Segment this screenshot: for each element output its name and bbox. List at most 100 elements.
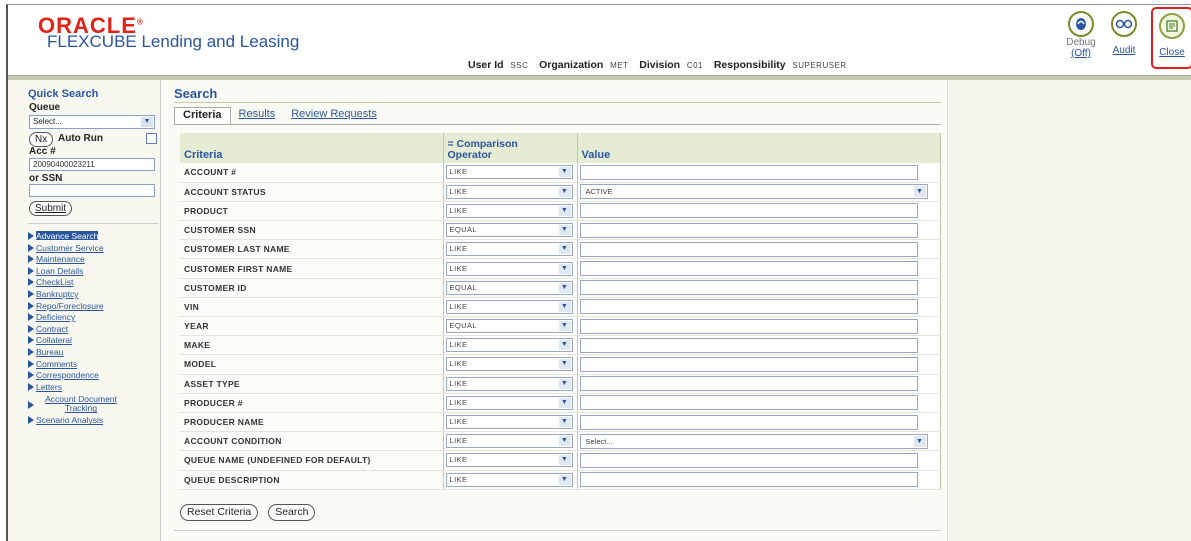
value-select[interactable]: Select... ▼ [579,433,928,449]
chevron-down-icon: ▼ [558,186,571,197]
nav-menu: Advance Search Customer Service Maintena… [28,231,158,427]
operator-select[interactable]: LIKE ▼ [445,165,573,180]
arrow-right-icon [28,278,34,287]
nav-item-correspondence[interactable]: Correspondence [28,370,158,382]
chevron-down-icon: ▼ [913,435,926,447]
criteria-name: MAKE [180,335,444,356]
nav-item-bureau[interactable]: Bureau [28,347,158,359]
value-input[interactable] [579,376,918,392]
criteria-name: ACCOUNT CONDITION [180,431,444,452]
value-input[interactable] [579,414,918,430]
value-input[interactable] [579,164,918,180]
chevron-down-icon: ▼ [558,263,571,274]
operator-select[interactable]: LIKE ▼ [445,434,573,449]
ssn-input[interactable] [29,184,155,197]
audit-button[interactable]: Audit [1107,11,1141,56]
operator-cell: LIKE ▼ [443,239,578,260]
value-input[interactable] [579,299,918,315]
value-cell [577,316,941,337]
nav-item-checklist[interactable]: CheckList [28,277,158,289]
account-number-input[interactable]: 20090400023211 [29,158,155,171]
operator-select[interactable]: LIKE ▼ [445,299,573,314]
nav-item-contract[interactable]: Contract [28,324,158,336]
value-input[interactable] [579,337,918,353]
operator-select[interactable]: LIKE ▼ [445,453,573,468]
chevron-down-icon: ▼ [558,378,571,389]
criteria-name: MODEL [180,354,444,375]
operator-select[interactable]: LIKE ▼ [445,184,573,199]
table-row: ASSET TYPE LIKE ▼ [180,374,941,394]
debug-button[interactable]: Debug (Off) [1063,11,1099,59]
operator-select[interactable]: LIKE ▼ [445,261,573,276]
tab-results[interactable]: Results [231,107,284,124]
operator-select[interactable]: EQUAL ▼ [445,223,573,238]
nav-item-maintenance[interactable]: Maintenance [28,254,158,266]
reset-criteria-button[interactable]: Reset Criteria [180,504,259,521]
value-input[interactable] [579,452,918,468]
operator-select-value: LIKE [449,417,468,427]
next-button[interactable]: Nx [29,132,54,147]
operator-select[interactable]: LIKE ▼ [445,357,573,372]
operator-cell: LIKE ▼ [443,201,578,222]
value-input[interactable] [579,261,918,277]
queue-label: Queue [29,102,61,113]
nav-item-loan-details[interactable]: Loan Details [28,266,158,278]
nav-item-letters[interactable]: Letters [28,382,158,394]
nav-item-repo-foreclosure[interactable]: Repo/Foreclosure [28,301,158,313]
nav-item-scenario-analysis[interactable]: Scenario Analysis [28,415,158,427]
audit-label[interactable]: Audit [1107,45,1141,56]
search-button[interactable]: Search [268,504,316,521]
auto-run-checkbox[interactable] [146,133,157,144]
tab-criteria[interactable]: Criteria [174,107,231,124]
value-select[interactable]: ACTIVE ▼ [579,184,928,200]
value-input[interactable] [579,356,918,372]
operator-select[interactable]: EQUAL ▼ [445,280,573,295]
arrow-right-icon [28,232,34,240]
nav-item-deficiency[interactable]: Deficiency [28,312,158,324]
operator-select[interactable]: LIKE ▼ [445,472,573,487]
nav-item-collateral[interactable]: Collateral [28,335,158,347]
criteria-name: QUEUE DESCRIPTION [180,470,444,490]
column-header-value: Value [577,133,941,163]
operator-select[interactable]: LIKE ▼ [445,242,573,257]
close-button[interactable]: Close [1151,7,1191,69]
nav-item-advance-search[interactable]: Advance Search [28,231,158,243]
value-input[interactable] [579,472,918,488]
operator-select[interactable]: EQUAL ▼ [445,319,573,334]
submit-button[interactable]: Submit [29,201,73,216]
operator-select[interactable]: LIKE ▼ [445,338,573,353]
operator-select[interactable]: LIKE ▼ [445,395,573,410]
debug-state[interactable]: (Off) [1063,48,1099,59]
nav-item-comments[interactable]: Comments [28,359,158,371]
value-input[interactable] [579,318,918,334]
nav-item-bankruptcy[interactable]: Bankruptcy [28,289,158,301]
value-input[interactable] [579,280,918,296]
queue-select[interactable]: Select... ▼ [29,115,155,129]
audit-glasses-icon [1111,11,1137,37]
table-row: MODEL LIKE ▼ [180,354,941,375]
operator-select[interactable]: LIKE ▼ [445,376,573,391]
operator-select[interactable]: LIKE ▼ [445,203,573,218]
criteria-name: CUSTOMER SSN [180,220,444,241]
nav-item-customer-service[interactable]: Customer Service [28,243,158,255]
tab-review-requests[interactable]: Review Requests [283,107,385,124]
value-input[interactable] [579,395,918,411]
criteria-name: QUEUE NAME (UNDEFINED FOR DEFAULT) [180,450,444,471]
ssn-label: or SSN [29,173,63,184]
value-cell [577,450,941,471]
close-label[interactable]: Close [1153,47,1191,58]
value-cell [577,374,941,394]
debug-label: Debug [1066,37,1096,48]
bottom-divider [174,530,941,531]
value-input[interactable] [579,222,918,238]
operator-select-value: EQUAL [449,321,477,331]
nav-item-account-document-tracking[interactable]: Account Document Tracking [28,393,158,415]
chevron-down-icon: ▼ [558,340,571,351]
value-input[interactable] [579,241,918,257]
operator-select[interactable]: LIKE ▼ [445,415,573,430]
arrow-right-icon [28,289,34,298]
value-input[interactable] [579,203,918,219]
operator-cell: EQUAL ▼ [443,220,578,241]
arrow-right-icon [28,359,34,368]
value-cell [577,220,941,241]
